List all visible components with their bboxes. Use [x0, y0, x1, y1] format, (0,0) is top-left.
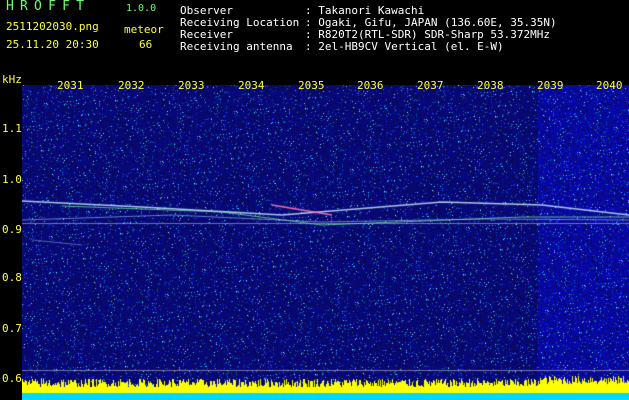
- spectrogram: [22, 85, 629, 400]
- meteor-count: 66: [139, 38, 153, 51]
- y-tick-label: 0.6: [2, 372, 22, 385]
- y-tick-label: 1.1: [2, 122, 22, 135]
- x-tick-label: 2038: [477, 79, 504, 92]
- meteor-label: meteor: [124, 23, 164, 36]
- y-tick-label: 1.0: [2, 173, 22, 186]
- x-tick-label: 2035: [298, 79, 325, 92]
- app-title: HROFFT: [6, 0, 91, 14]
- timestamp: 25.11.20 20:30: [6, 38, 99, 51]
- axis-unit-label: kHz: [2, 73, 22, 86]
- y-tick-label: 0.8: [2, 271, 22, 284]
- x-tick-label: 2039: [537, 79, 564, 92]
- x-tick-label: 2036: [357, 79, 384, 92]
- x-tick-label: 2031: [57, 79, 84, 92]
- x-tick-label: 2033: [178, 79, 205, 92]
- y-tick-label: 0.7: [2, 322, 22, 335]
- hrofft-window: HROFFT 1.0.0 2511202030.png meteor 25.11…: [0, 0, 629, 400]
- x-tick-label: 2032: [118, 79, 145, 92]
- x-tick-label: 2037: [417, 79, 444, 92]
- antenna-key: Receiving antenna: [180, 40, 293, 53]
- antenna-value: : 2el-HB9CV Vertical (el. E-W): [305, 40, 504, 53]
- x-tick-label: 2040: [596, 79, 623, 92]
- y-tick-label: 0.9: [2, 223, 22, 236]
- app-version: 1.0.0: [126, 3, 157, 14]
- file-name: 2511202030.png: [6, 20, 99, 33]
- x-tick-label: 2034: [238, 79, 265, 92]
